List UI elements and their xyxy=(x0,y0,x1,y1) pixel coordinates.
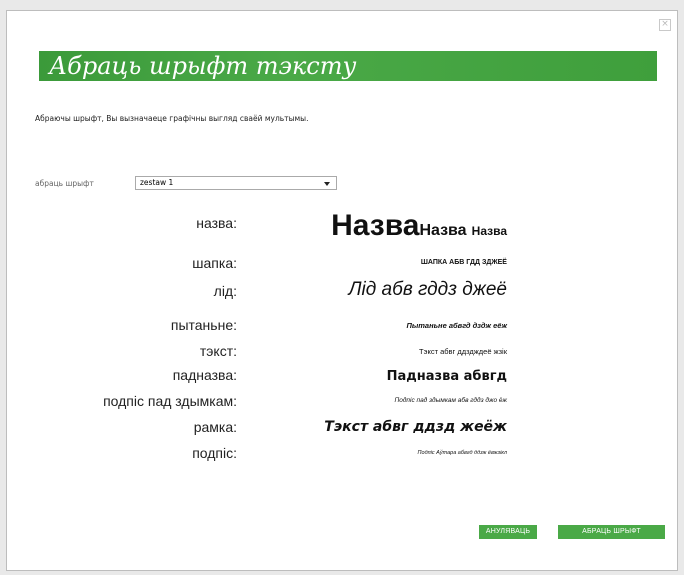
preview-row-shapka: шапка: ШАПКА АБВ ГДД ЗДЖЕЁ xyxy=(7,255,679,275)
preview-row-lid: лід: Лід абв гддз джеё xyxy=(7,279,679,305)
preview-shapka: ШАПКА АБВ ГДД ЗДЖЕЁ xyxy=(420,259,507,266)
preview-padnazva: Падназва абвгд xyxy=(386,369,507,384)
preview-pytanne: Пытаньне абвгд дздж еёж xyxy=(406,321,507,330)
choose-font-button[interactable]: АБРАЦЬ ШРЫФТ xyxy=(558,525,665,539)
preview-nazva-large: Назва xyxy=(331,209,420,242)
cancel-button[interactable]: АНУЛЯВАЦЬ xyxy=(479,525,537,539)
preview-row-nazva: назва: НазваНазва Назва xyxy=(7,209,679,245)
font-dialog: × Абраць шрыфт тэксту Абраючы шрыфт, Вы … xyxy=(6,10,678,571)
preview-lid: Лід абв гддз джеё xyxy=(348,279,507,300)
close-icon[interactable]: × xyxy=(659,19,671,31)
font-select-value: zestaw 1 xyxy=(140,178,174,187)
row-label-podpis: подпіс: xyxy=(192,445,237,461)
dialog-title: Абраць шрыфт тэксту xyxy=(49,52,357,80)
preview-nazva-medium: Назва xyxy=(419,222,467,239)
preview-nazva: НазваНазва Назва xyxy=(331,209,507,243)
preview-ramka: Тэкст абвг ддзд жеёж xyxy=(324,419,507,435)
title-banner: Абраць шрыфт тэксту xyxy=(39,51,657,81)
preview-tekst: Тэкст абвг ддздждеё жзік xyxy=(419,347,507,356)
row-label-ramka: рамка: xyxy=(193,419,237,435)
row-label-tekst: тэкст: xyxy=(199,343,237,359)
font-select[interactable]: zestaw 1 xyxy=(135,176,337,190)
preview-podpis-zdymkam: Подпіс пад здымкам абв гддз джо ёж xyxy=(394,397,508,404)
preview-row-podpis: подпіс: Подпіс Аўтара абвгд ддзж ёвжзікл xyxy=(7,443,679,463)
row-label-shapka: шапка: xyxy=(192,255,237,271)
row-label-nazva: назва: xyxy=(196,215,237,231)
preview-nazva-small: Назва xyxy=(471,224,507,238)
preview-row-ramka: рамка: Тэкст абвг ддзд жеёж xyxy=(7,417,679,443)
row-label-podpis-zdymkam: подпіс пад здымкам: xyxy=(103,393,237,409)
preview-row-padnazva: падназва: Падназва абвгд xyxy=(7,367,679,391)
chevron-down-icon xyxy=(324,182,330,186)
preview-row-tekst: тэкст: Тэкст абвг ддздждеё жзік xyxy=(7,343,679,363)
dialog-description: Абраючы шрыфт, Вы вызначаеце графічны вы… xyxy=(35,114,309,123)
row-label-lid: лід: xyxy=(213,283,237,299)
preview-row-pytanne: пытаньне: Пытаньне абвгд дздж еёж xyxy=(7,317,679,337)
preview-podpis: Подпіс Аўтара абвгд ддзж ёвжзікл xyxy=(417,450,507,456)
row-label-padnazva: падназва: xyxy=(172,367,237,383)
font-select-label: абраць шрыфт xyxy=(35,179,94,188)
row-label-pytanne: пытаньне: xyxy=(170,317,237,333)
preview-row-podpis-zdymkam: подпіс пад здымкам: Подпіс пад здымкам а… xyxy=(7,393,679,413)
